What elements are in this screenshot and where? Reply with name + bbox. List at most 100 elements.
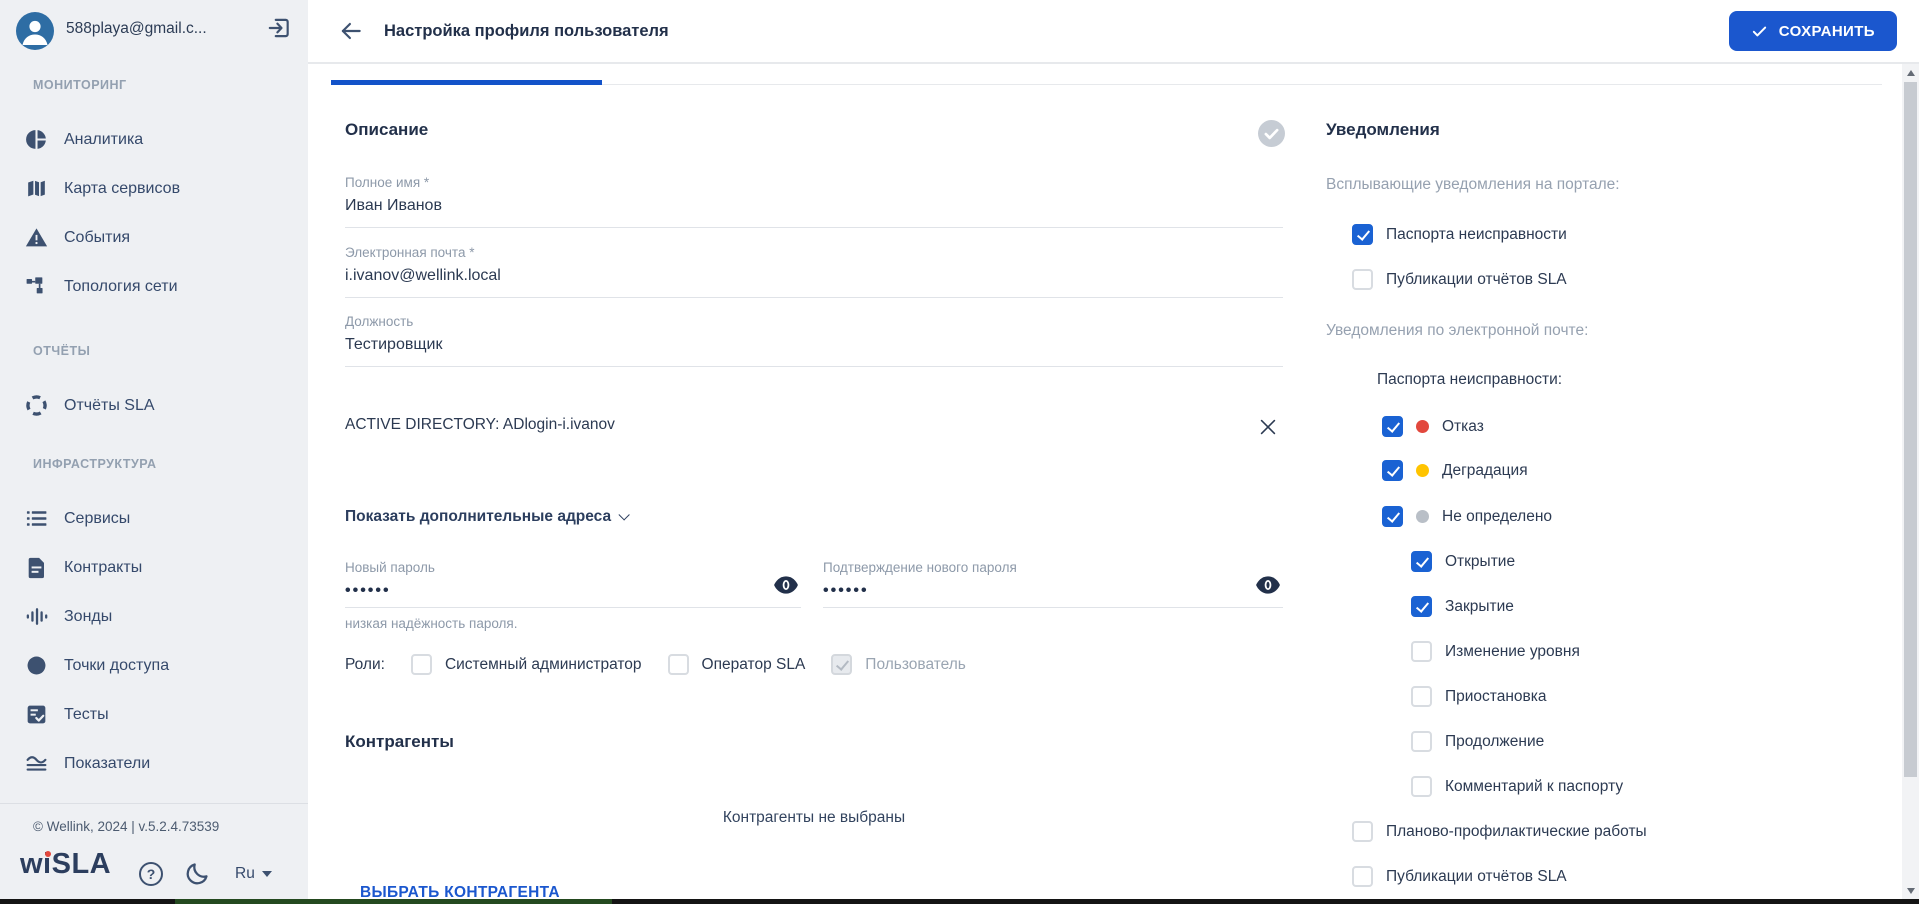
checkbox[interactable] <box>1382 506 1403 527</box>
role-checkbox[interactable] <box>410 654 432 675</box>
show-additional-addresses-link[interactable]: Показать дополнительные адреса <box>345 508 630 526</box>
waves-icon <box>23 751 49 777</box>
dark-mode-moon-icon[interactable] <box>184 860 211 887</box>
email-value[interactable]: i.ivanov@wellink.local <box>345 266 1283 286</box>
checkbox-label: Открытие <box>1445 552 1516 570</box>
checkbox[interactable] <box>1352 224 1373 245</box>
close-icon[interactable] <box>1257 416 1279 438</box>
clipboard-check-icon <box>23 702 49 728</box>
scrollbar[interactable] <box>1902 64 1919 899</box>
checkbox[interactable] <box>1411 596 1432 617</box>
language-selector[interactable]: Ru <box>235 865 272 883</box>
sidebar-item-probes[interactable]: Зонды <box>0 592 308 641</box>
sidebar-item-label: Зонды <box>64 607 113 625</box>
sidebar-nav: МОНИТОРИНГ Аналитика Карта сервисов Собы… <box>0 56 308 803</box>
scroll-up-arrow[interactable] <box>1902 64 1919 81</box>
confirm-password-field[interactable]: Подтверждение нового пароля •••••• <box>823 559 1283 608</box>
back-arrow-icon[interactable] <box>338 18 364 44</box>
sidebar-item-access-points[interactable]: Точки доступа <box>0 641 308 690</box>
full-name-field[interactable]: Полное имя * Иван Иванов <box>345 174 1283 228</box>
sidebar-item-sla-reports[interactable]: Отчёты SLA <box>0 381 308 430</box>
map-icon <box>23 176 49 202</box>
checkbox[interactable] <box>1352 866 1373 887</box>
event-row-level-change: Изменение уровня <box>1411 641 1580 662</box>
sidebar-item-label: Топология сети <box>64 277 178 295</box>
sidebar-item-tests[interactable]: Тесты <box>0 690 308 739</box>
checkbox-label: Паспорта неисправности <box>1386 225 1567 243</box>
sidebar-item-events[interactable]: События <box>0 213 308 262</box>
confirm-password-value[interactable]: •••••• <box>823 582 1283 600</box>
checkbox[interactable] <box>1411 686 1432 707</box>
checkbox[interactable] <box>1352 821 1373 842</box>
full-name-label: Полное имя * <box>345 175 430 190</box>
page-title: Настройка профиля пользователя <box>384 21 669 40</box>
position-label: Должность <box>345 314 414 329</box>
sla-publications-row: Публикации отчётов SLA <box>1352 866 1567 887</box>
event-row-suspend: Приостановка <box>1411 686 1547 707</box>
full-name-value[interactable]: Иван Иванов <box>345 196 1283 216</box>
checkbox[interactable] <box>1411 551 1432 572</box>
checkbox-label: Планово-профилактические работы <box>1386 822 1647 840</box>
severity-row-undefined: Не определено <box>1382 506 1552 527</box>
roles-row: Роли: Системный администратор Оператор S… <box>345 654 966 675</box>
screen-bottom-edge-segment <box>175 899 612 904</box>
sidebar-item-topology[interactable]: Топология сети <box>0 262 308 311</box>
severity-row-fail: Отказ <box>1382 416 1484 437</box>
sidebar-item-sla[interactable]: SLA <box>0 788 308 803</box>
sidebar-item-label: Карта сервисов <box>64 179 181 197</box>
degradation-status-dot <box>1416 464 1429 477</box>
show-password-eye-icon[interactable] <box>1255 575 1281 595</box>
sidebar-item-label: Контракты <box>64 558 143 576</box>
equalizer-icon <box>23 604 49 630</box>
sidebar-item-analytics[interactable]: Аналитика <box>0 115 308 164</box>
role-checkbox[interactable] <box>667 654 689 675</box>
new-password-value[interactable]: •••••• <box>345 582 801 600</box>
screen-bottom-edge <box>0 899 1919 904</box>
sidebar-item-service-map[interactable]: Карта сервисов <box>0 164 308 213</box>
role-checkbox <box>831 654 853 675</box>
sidebar-item-label: Тесты <box>64 705 109 723</box>
show-password-eye-icon[interactable] <box>773 575 799 595</box>
user-row: 588playa@gmail.c... <box>0 0 308 56</box>
user-email: 588playa@gmail.c... <box>66 20 207 37</box>
scrollbar-thumb[interactable] <box>1904 82 1917 777</box>
sidebar-item-label: Точки доступа <box>64 656 170 674</box>
position-value[interactable]: Тестировщик <box>345 335 1283 355</box>
email-field[interactable]: Электронная почта * i.ivanov@wellink.loc… <box>345 244 1283 298</box>
email-label: Электронная почта * <box>345 245 475 260</box>
avatar[interactable] <box>16 12 54 50</box>
checkbox-label: Не определено <box>1442 507 1553 525</box>
main-content: Описание Полное имя * Иван Иванов Электр… <box>308 64 1902 899</box>
warning-triangle-icon <box>23 225 49 251</box>
nav-section-monitoring: МОНИТОРИНГ <box>33 78 127 92</box>
event-row-continue: Продолжение <box>1411 731 1544 752</box>
sidebar-item-indicators[interactable]: Показатели <box>0 739 308 788</box>
topbar: Настройка профиля пользователя СОХРАНИТЬ <box>308 0 1919 64</box>
language-label: Ru <box>235 865 255 882</box>
scroll-down-arrow[interactable] <box>1902 882 1919 899</box>
position-field[interactable]: Должность Тестировщик <box>345 313 1283 367</box>
help-icon[interactable]: ? <box>139 862 163 886</box>
email-notifications-label: Уведомления по электронной почте: <box>1326 322 1589 339</box>
select-contractor-button[interactable]: ВЫБРАТЬ КОНТРАГЕНТА <box>360 884 560 899</box>
sidebar-item-contracts[interactable]: Контракты <box>0 543 308 592</box>
checkbox[interactable] <box>1411 776 1432 797</box>
checkbox-label: Публикации отчётов SLA <box>1386 867 1567 885</box>
show-additional-addresses-label: Показать дополнительные адреса <box>345 508 612 525</box>
notifications-title: Уведомления <box>1326 120 1440 139</box>
checkbox[interactable] <box>1382 460 1403 481</box>
checkbox[interactable] <box>1411 641 1432 662</box>
checkbox[interactable] <box>1411 731 1432 752</box>
collapse-sidebar-icon[interactable] <box>266 15 292 41</box>
save-button[interactable]: СОХРАНИТЬ <box>1728 11 1897 51</box>
checkbox[interactable] <box>1382 416 1403 437</box>
undefined-status-dot <box>1416 510 1429 523</box>
portal-item-row: Паспорта неисправности <box>1352 224 1567 245</box>
profile-form: Описание Полное имя * Иван Иванов Электр… <box>345 64 1285 899</box>
checkbox-label: Комментарий к паспорту <box>1445 777 1624 795</box>
checkbox-label: Приостановка <box>1445 687 1547 705</box>
checkbox-label: Изменение уровня <box>1445 642 1580 660</box>
checkbox[interactable] <box>1352 269 1373 290</box>
new-password-field[interactable]: Новый пароль •••••• <box>345 559 801 608</box>
sidebar-item-services[interactable]: Сервисы <box>0 494 308 543</box>
